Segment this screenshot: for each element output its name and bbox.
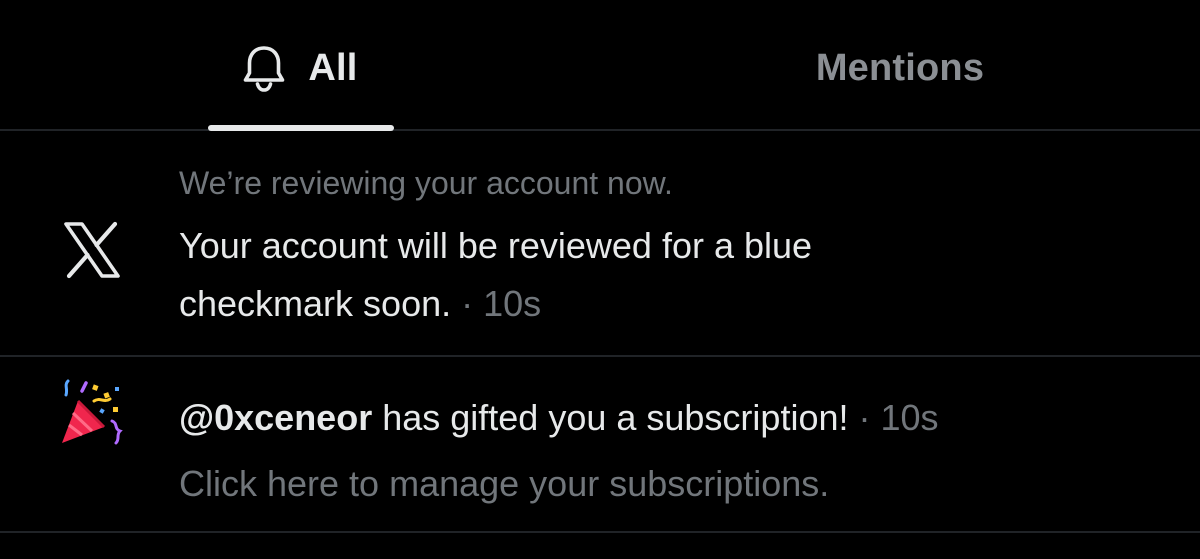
timestamp: 10s [880, 397, 939, 438]
tab-mentions[interactable]: Mentions [760, 0, 1040, 131]
party-popper-icon [56, 379, 126, 449]
notification-content: We’re reviewing your account now. Your a… [179, 163, 1160, 333]
timestamp: 10s [483, 283, 542, 324]
separator-dot: · [451, 283, 484, 324]
tab-mentions-content: Mentions [816, 44, 984, 92]
notification-item[interactable]: @0xceneor has gifted you a subscription!… [0, 357, 1200, 533]
notification-text: @0xceneor has gifted you a subscription!… [179, 394, 1160, 442]
user-handle-link[interactable]: @0xceneor [179, 397, 372, 438]
notification-text: Your account will be reviewed for a blue… [179, 217, 1160, 333]
tab-mentions-label: Mentions [815, 46, 985, 89]
notification-item[interactable]: We’re reviewing your account now. Your a… [0, 131, 1200, 357]
notification-subheading: We’re reviewing your account now. [179, 165, 673, 201]
x-logo-icon [62, 220, 122, 280]
notification-text-line1: Your account will be reviewed for a blue [179, 225, 813, 266]
tab-all-content: All [242, 44, 357, 92]
notification-content: @0xceneor has gifted you a subscription!… [179, 394, 1160, 508]
tab-all-label: All [308, 46, 358, 89]
notification-message: has gifted you a subscription! [372, 397, 849, 438]
notifications-tab-bar: All Mentions [0, 0, 1200, 131]
manage-subscriptions-link[interactable]: Click here to manage your subscriptions. [179, 460, 1160, 508]
notification-text-line2: checkmark soon. [179, 283, 452, 324]
bell-icon [242, 44, 286, 92]
tab-all[interactable]: All [200, 0, 400, 131]
separator-dot: · [848, 397, 881, 438]
